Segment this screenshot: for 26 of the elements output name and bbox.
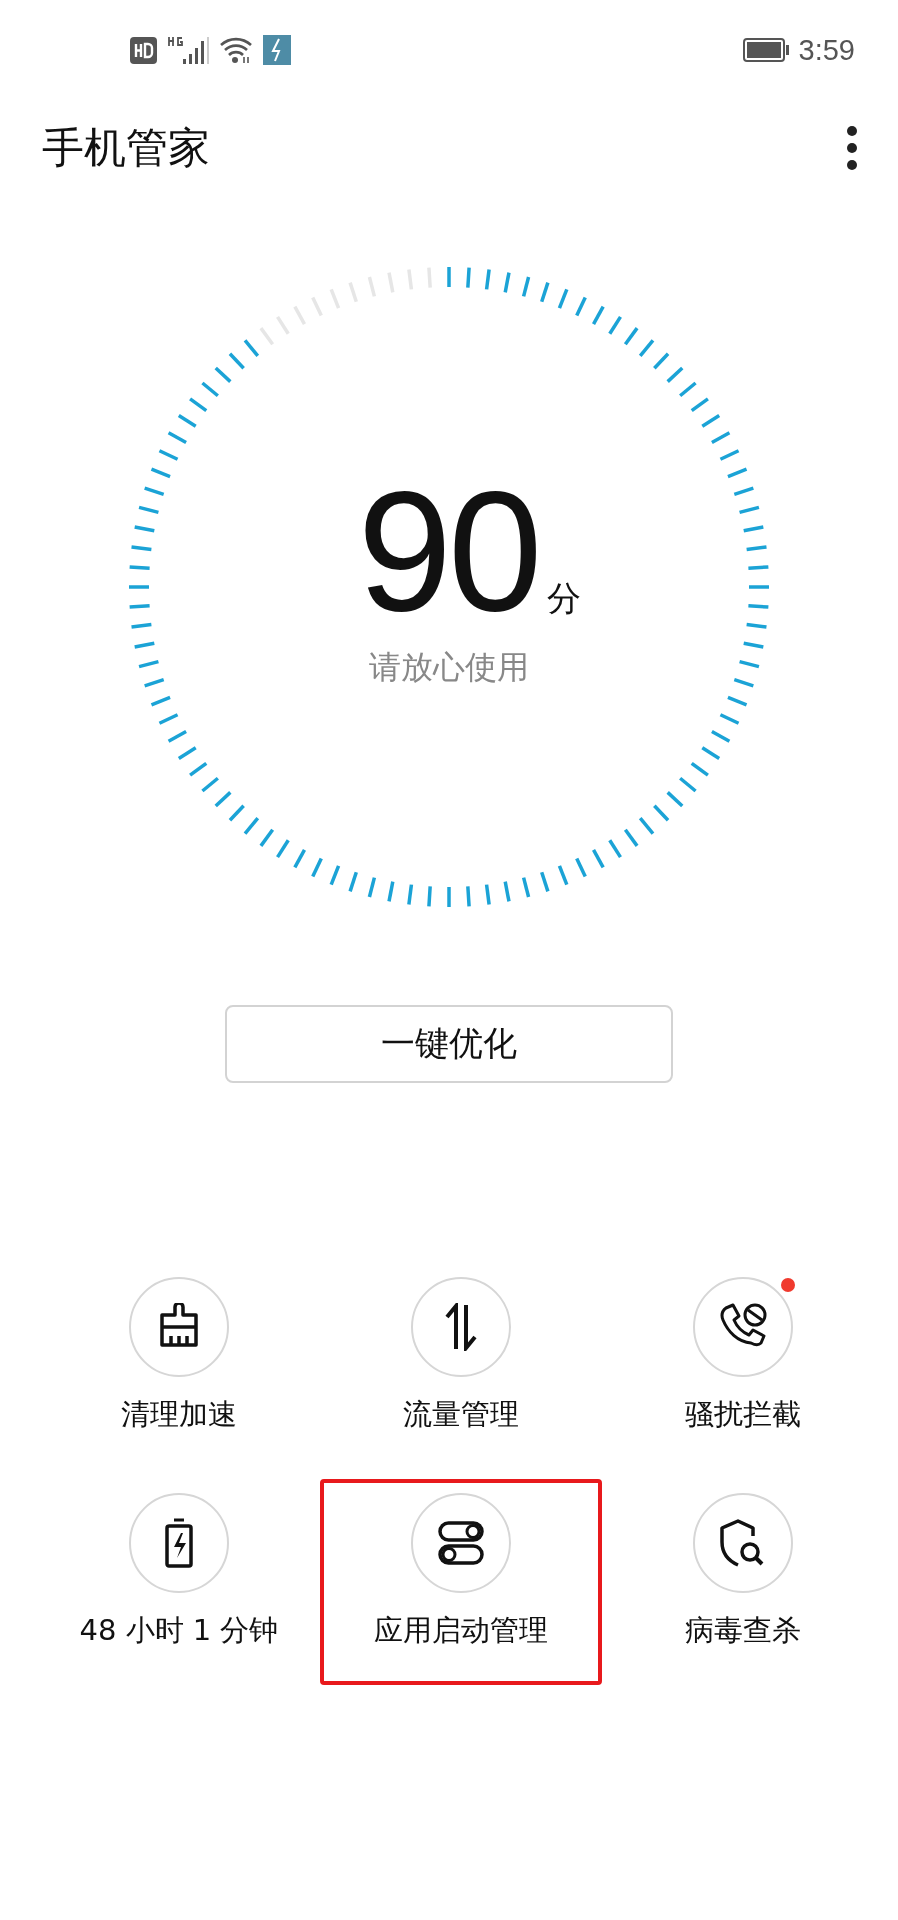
tool-button[interactable] [693,1493,793,1593]
tool-button[interactable] [693,1277,793,1377]
tool-label: 流量管理 [403,1396,519,1433]
wifi-icon [219,35,253,65]
tool-label: 应用启动管理 [374,1612,548,1649]
tool-button[interactable] [411,1493,511,1593]
score-unit: 分 [546,577,581,620]
toggles-icon [438,1520,484,1566]
tool-label: 48 小时 1 分钟 [79,1612,279,1649]
tool-label: 病毒查杀 [685,1612,801,1649]
optimize-button[interactable]: 一键优化 [225,1005,673,1083]
more-icon[interactable] [846,124,858,171]
status-caption: 请放心使用 [369,647,529,688]
battery-icon [165,1518,193,1568]
tool-button[interactable] [129,1277,229,1377]
app-title: 手机管家 [42,121,210,174]
charging-icon [263,35,291,65]
battery-icon [742,38,789,62]
tool-button[interactable] [411,1277,511,1377]
tool-label: 骚扰拦截 [685,1396,801,1433]
tool-label: 清理加速 [121,1396,237,1433]
health-score: 90 [357,476,539,626]
tool-button[interactable] [129,1493,229,1593]
hd-icon [130,36,157,64]
signal-icon [167,35,209,65]
clock-time: 3:59 [798,33,855,67]
